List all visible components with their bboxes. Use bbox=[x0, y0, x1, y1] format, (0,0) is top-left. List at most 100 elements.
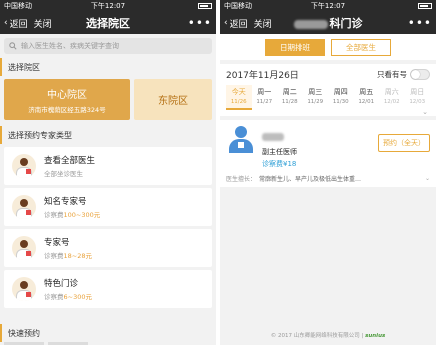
specialty-label: 医生擅长： bbox=[226, 176, 257, 183]
battery-icon bbox=[198, 3, 212, 9]
doctor-name-blurred bbox=[262, 133, 284, 141]
copyright-text: © 2017 山东卿能网络科技有限公司 bbox=[270, 333, 360, 339]
nav-bar: ‹ 返回 关闭 选择院区 ••• bbox=[0, 12, 216, 34]
specialty-text: 常廓新生儿、早产儿及极低出生体重… bbox=[259, 176, 362, 183]
right-screen: 中国移动 下午12:07 ‹ 返回 关闭 科门诊 ••• 日期排班 全部医生 20… bbox=[220, 0, 436, 345]
close-button[interactable]: 关闭 bbox=[34, 17, 52, 30]
page-title: 科门诊 bbox=[220, 15, 436, 31]
chevron-left-icon: ‹ bbox=[4, 18, 8, 28]
search-input[interactable]: 输入医生姓名、疾病关键字查询 bbox=[4, 38, 212, 54]
only-available-filter: 只看有号 bbox=[377, 69, 430, 80]
section-campus-heading: 选择院区 bbox=[0, 58, 216, 76]
status-time: 下午12:07 bbox=[90, 2, 126, 10]
doctor-avatar-icon bbox=[226, 126, 256, 154]
blurred-department bbox=[293, 19, 328, 29]
left-screen: 中国移动 下午12:07 ‹ 返回 关闭 选择院区 ••• 输入医生姓名、疾病关键… bbox=[0, 0, 216, 345]
type-card-all-doctors[interactable]: 查看全部医生 全部坐诊医生 bbox=[4, 147, 212, 185]
back-label: 返回 bbox=[229, 19, 248, 30]
day-weekday: 周一 bbox=[257, 88, 272, 96]
carrier-signal: 中国移动 bbox=[4, 1, 32, 11]
type-name: 特色门诊 bbox=[44, 279, 79, 289]
day-date: 11/30 bbox=[332, 99, 349, 105]
day-weekday: 周六 bbox=[384, 88, 399, 96]
type-card-famous-expert[interactable]: 知名专家号 诊察费100~300元 bbox=[4, 188, 212, 226]
day-item[interactable]: 周三 11/29 bbox=[303, 85, 329, 110]
day-item[interactable]: 周一 11/27 bbox=[252, 85, 278, 110]
doctor-title: 副主任医师 bbox=[262, 148, 297, 156]
day-date: 12/03 bbox=[409, 99, 426, 105]
day-date: 11/29 bbox=[307, 99, 324, 105]
type-name: 知名专家号 bbox=[44, 197, 87, 207]
campus-main-button[interactable]: 中心院区 济南市槐荫区经五路324号 bbox=[4, 79, 130, 120]
day-item[interactable]: 周四 11/30 bbox=[328, 85, 354, 110]
doctor-specialty: 医生擅长： 常廓新生儿、早产儿及极低出生体重… ⌄ bbox=[226, 174, 430, 183]
day-item[interactable]: 周五 12/01 bbox=[354, 85, 380, 110]
doctor-group-icon bbox=[12, 154, 36, 178]
type-sub: 全部坐诊医生 bbox=[44, 168, 95, 178]
copyright: © 2017 山东卿能网络科技有限公司 | sunius bbox=[270, 333, 386, 339]
day-date: 12/01 bbox=[358, 99, 375, 105]
battery-icon bbox=[418, 3, 432, 9]
day-weekday: 周三 bbox=[308, 88, 323, 96]
campus-main-name: 中心院区 bbox=[47, 89, 87, 101]
campus-main-address: 济南市槐荫区经五路324号 bbox=[28, 105, 106, 114]
search-icon bbox=[9, 42, 17, 50]
day-item[interactable]: 周日 12/03 bbox=[405, 85, 431, 110]
status-bar: 中国移动 下午12:07 bbox=[0, 0, 216, 12]
day-date: 11/27 bbox=[256, 99, 273, 105]
type-fee: 6~300元 bbox=[63, 293, 93, 301]
date-bar: 2017年11月26日 只看有号 今天 11/26 周一 11/27 周二 11/28 周三… bbox=[220, 64, 436, 116]
type-sub-text: 全部坐诊医生 bbox=[44, 170, 83, 178]
day-item[interactable]: 周六 12/02 bbox=[379, 85, 405, 110]
type-fee: 18~28元 bbox=[63, 252, 93, 260]
section-type-heading: 选择预约专家类型 bbox=[0, 126, 216, 144]
doctor-card[interactable]: 副主任医师 诊察费¥18 预约（全天） 医生擅长： 常廓新生儿、早产儿及极低出生… bbox=[220, 120, 436, 187]
day-selector: 今天 11/26 周一 11/27 周二 11/28 周三 11/29 周四 11/30 周五 12/… bbox=[226, 85, 430, 110]
only-available-toggle[interactable] bbox=[410, 69, 430, 80]
type-sub: 诊察费6~300元 bbox=[44, 291, 92, 301]
back-button[interactable]: ‹ 返回 bbox=[4, 17, 28, 30]
doctor-icon bbox=[12, 277, 36, 301]
type-fee: 100~300元 bbox=[63, 211, 101, 219]
chevron-down-icon[interactable]: ⌄ bbox=[425, 175, 430, 182]
page-title: 选择院区 bbox=[86, 17, 130, 30]
day-date: 12/02 bbox=[383, 99, 400, 105]
day-weekday: 周二 bbox=[282, 88, 297, 96]
back-button[interactable]: ‹ 返回 bbox=[224, 17, 248, 30]
status-time: 下午12:07 bbox=[310, 2, 346, 10]
nav-bar: ‹ 返回 关闭 科门诊 ••• bbox=[220, 12, 436, 34]
title-suffix: 科门诊 bbox=[329, 17, 363, 30]
type-sub-text: 诊察费 bbox=[44, 293, 64, 301]
type-card-special-clinic[interactable]: 特色门诊 诊察费6~300元 bbox=[4, 270, 212, 308]
more-menu-button[interactable]: ••• bbox=[408, 16, 432, 30]
day-weekday: 周日 bbox=[410, 88, 425, 96]
carrier-signal: 中国移动 bbox=[224, 1, 252, 11]
day-weekday: 周五 bbox=[359, 88, 374, 96]
tab-schedule[interactable]: 日期排班 bbox=[265, 38, 325, 56]
search-placeholder: 输入医生姓名、疾病关键字查询 bbox=[21, 42, 119, 50]
campus-east-button[interactable]: 东院区 bbox=[134, 79, 212, 120]
day-item[interactable]: 周二 11/28 bbox=[277, 85, 303, 110]
current-date: 2017年11月26日 bbox=[226, 71, 299, 81]
campus-east-name: 东院区 bbox=[158, 96, 188, 107]
quick-section: 快速预约 bbox=[0, 321, 216, 345]
type-sub: 诊察费18~28元 bbox=[44, 250, 92, 260]
close-button[interactable]: 关闭 bbox=[254, 17, 272, 30]
section-quick-heading: 快速预约 bbox=[0, 324, 216, 342]
doctor-fee: 诊察费¥18 bbox=[262, 160, 297, 168]
tab-all-doctors[interactable]: 全部医生 bbox=[331, 38, 391, 56]
day-item[interactable]: 今天 11/26 bbox=[226, 85, 252, 110]
more-menu-button[interactable]: ••• bbox=[188, 16, 212, 30]
type-card-expert[interactable]: 专家号 诊察费18~28元 bbox=[4, 229, 212, 267]
type-name: 专家号 bbox=[44, 238, 70, 248]
type-sub-text: 诊察费 bbox=[44, 211, 64, 219]
day-weekday: 周四 bbox=[333, 88, 348, 96]
day-date: 11/28 bbox=[281, 99, 298, 105]
reserve-button[interactable]: 预约（全天） bbox=[378, 134, 430, 152]
campus-row: 中心院区 济南市槐荫区经五路324号 东院区 bbox=[0, 76, 216, 123]
day-date: 11/26 bbox=[230, 99, 247, 105]
type-name: 查看全部医生 bbox=[44, 156, 96, 166]
carrier-label: 中国移动 bbox=[224, 2, 252, 10]
carrier-label: 中国移动 bbox=[4, 2, 32, 10]
doctor-icon bbox=[12, 236, 36, 260]
